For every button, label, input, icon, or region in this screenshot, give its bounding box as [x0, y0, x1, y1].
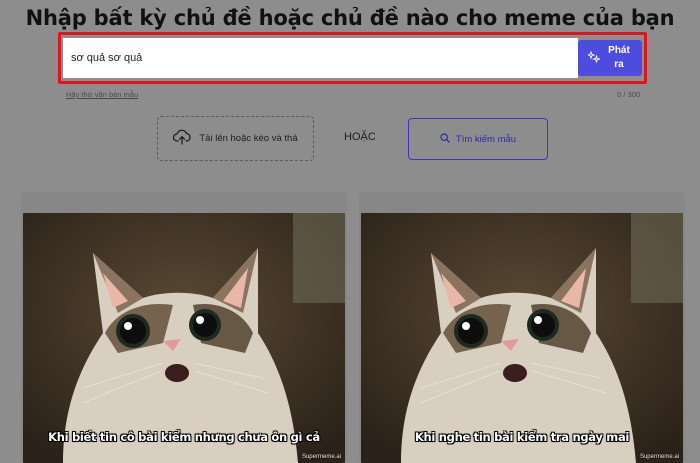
meme-card[interactable]: Khi biết tin cô bài kiểm nhưng chưa ôn g… [21, 192, 347, 463]
upload-label: Tải lên hoặc kéo và thả [199, 133, 298, 144]
or-divider-text: HOẶC [344, 131, 376, 143]
cloud-upload-icon [173, 129, 191, 148]
char-counter: 0 / 300 [617, 90, 640, 99]
meme-caption: Khi biết tin cô bài kiểm nhưng chưa ôn g… [48, 430, 320, 444]
meme-card[interactable]: Khi nghe tin bài kiểm tra ngày mai Super… [359, 192, 685, 463]
generate-button[interactable]: Phát ra [578, 40, 642, 76]
meme-image[interactable]: Khi biết tin cô bài kiểm nhưng chưa ôn g… [23, 213, 345, 463]
sample-text-link[interactable]: Hãy thử văn bản mẫu [66, 90, 138, 99]
search-icon [440, 132, 450, 146]
meme-caption: Khi nghe tin bài kiểm tra ngày mai [414, 430, 630, 444]
generate-label: Phát ra [608, 45, 630, 70]
watermark: Supermeme.ai [301, 454, 341, 460]
page-title: Nhập bất kỳ chủ đề hoặc chủ đề nào cho m… [25, 6, 675, 30]
watermark: Supermeme.ai [639, 454, 679, 460]
upload-dropzone[interactable]: Tải lên hoặc kéo và thả [157, 116, 314, 161]
search-template-button[interactable]: Tìm kiếm mẫu [408, 118, 548, 160]
meme-image[interactable]: Khi nghe tin bài kiểm tra ngày mai Super… [361, 213, 683, 463]
topic-input[interactable]: sơ quả sơ quả [63, 38, 578, 78]
search-template-label: Tìm kiếm mẫu [455, 133, 517, 145]
sparkle-icon [586, 50, 602, 66]
